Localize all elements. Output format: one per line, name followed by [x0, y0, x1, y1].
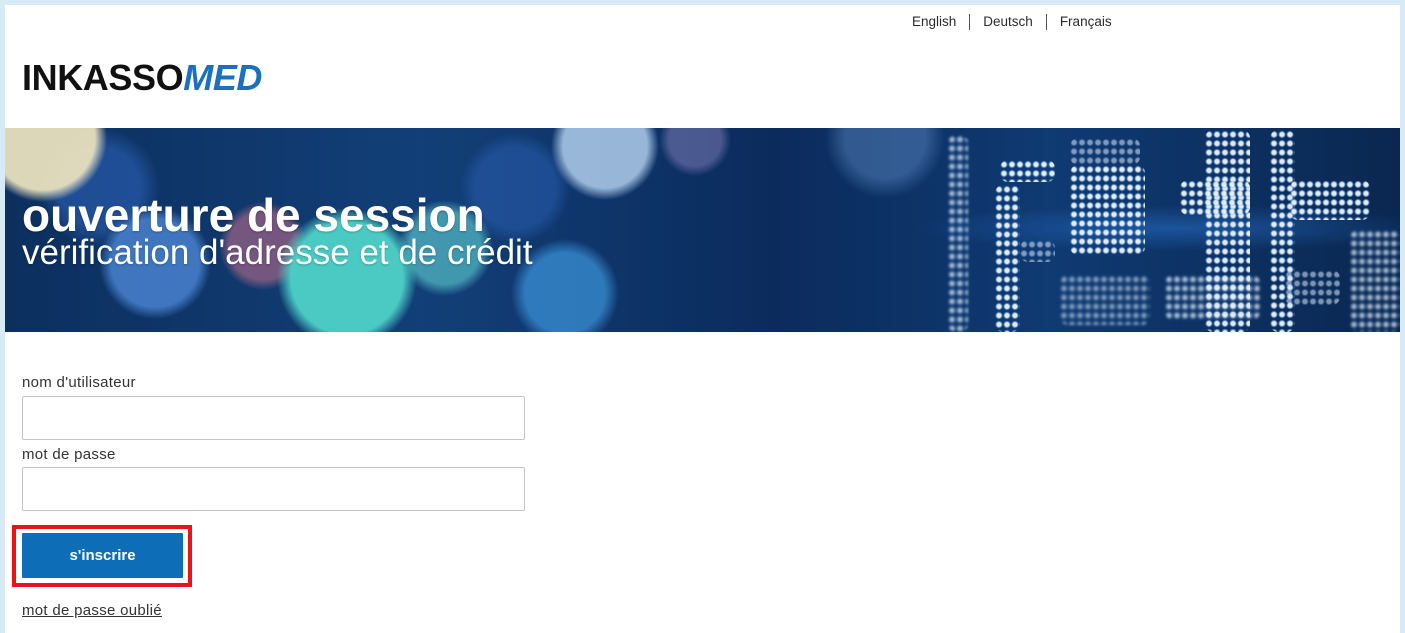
logo: INKASSOMED — [22, 58, 262, 98]
led-dot-segment — [1020, 240, 1055, 262]
led-dot-segment — [995, 185, 1020, 332]
page-frame: English Deutsch Français INKASSOMED ouve… — [0, 0, 1405, 633]
language-nav: English Deutsch Français — [912, 14, 1112, 30]
led-dot-segment — [1060, 275, 1150, 325]
led-dot-segment — [1285, 270, 1340, 305]
banner-subtitle: vérification d'adresse et de crédit — [22, 233, 533, 272]
password-label: mot de passe — [22, 446, 116, 463]
lang-link-deutsch[interactable]: Deutsch — [983, 14, 1033, 30]
username-label: nom d'utilisateur — [22, 374, 136, 391]
password-input[interactable] — [22, 467, 525, 511]
lang-link-english[interactable]: English — [912, 14, 956, 30]
forgot-password-link[interactable]: mot de passe oublié — [22, 602, 162, 620]
logo-text-accent: MED — [183, 57, 263, 98]
lang-link-francais[interactable]: Français — [1060, 14, 1112, 30]
led-dot-segment — [1070, 165, 1145, 255]
lang-separator — [969, 14, 971, 30]
login-button[interactable]: s'inscrire — [22, 533, 183, 578]
hero-banner: ouverture de session vérification d'adre… — [5, 128, 1400, 332]
led-dot-segment — [1290, 180, 1370, 220]
username-input[interactable] — [22, 396, 525, 440]
lang-separator — [1045, 14, 1047, 30]
led-dot-segment — [1000, 160, 1055, 182]
led-dot-segment — [1180, 180, 1250, 215]
led-dot-segment — [948, 135, 968, 332]
led-dot-segment — [1165, 275, 1260, 320]
logo-text-main: INKASSO — [22, 57, 184, 98]
led-dot-segment — [1070, 138, 1140, 165]
page: English Deutsch Français INKASSOMED ouve… — [5, 5, 1400, 633]
led-dot-segment — [1350, 230, 1400, 332]
